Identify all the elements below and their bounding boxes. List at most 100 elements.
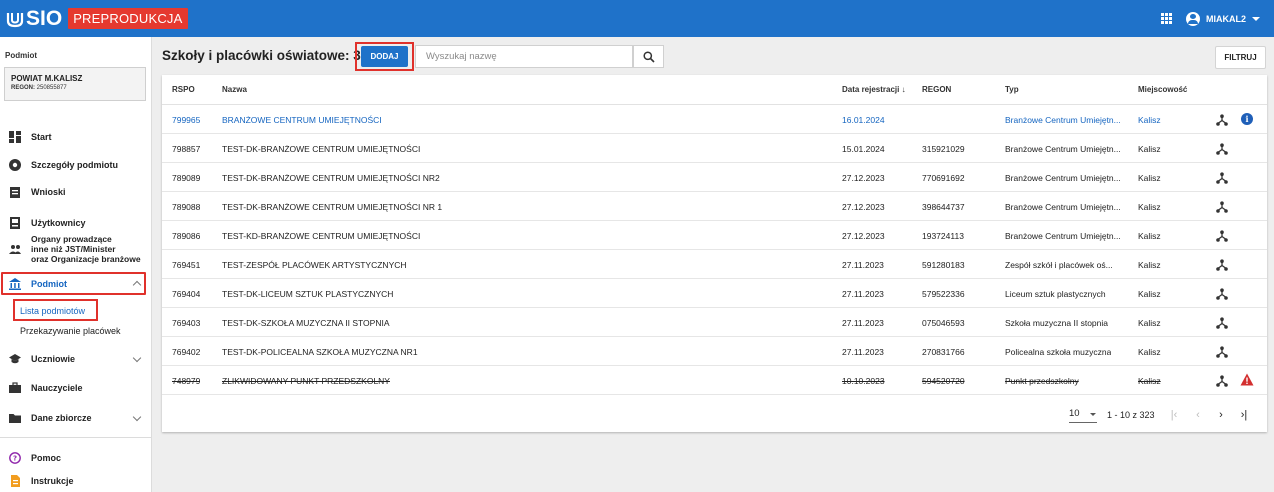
cell-date: 27.11.2023 [842,260,884,270]
cell-city: Kalisz [1138,144,1161,154]
sidebar-subitem-przekazywanie[interactable]: Przekazywanie placówek [20,326,121,336]
previous-page-button[interactable]: ‹ [1191,407,1205,423]
first-page-button[interactable]: |‹ [1167,407,1181,423]
cell-type: Policealna szkoła muzyczna [1005,347,1112,357]
last-page-button[interactable]: ›| [1237,407,1251,423]
sidebar-item-teachers[interactable]: Nauczyciele [0,377,152,399]
highlight-podmiot [1,272,146,295]
cell-city: Kalisz [1138,173,1161,183]
cell-date: 27.11.2023 [842,289,884,299]
cell-name: ZLIKWIDOWANY PUNKT PRZEDSZKOLNY [222,376,390,386]
folder-icon [9,414,21,423]
cell-city: Kalisz [1138,347,1161,357]
cell-city: Kalisz [1138,202,1161,212]
cell-date: 10.10.2023 [842,376,885,386]
next-page-button[interactable]: › [1214,407,1228,423]
info-icon[interactable]: i [1241,113,1253,125]
briefcase-icon [9,382,21,393]
entity-name: POWIAT M.KALISZ [11,74,83,83]
cell-rspo: 789089 [172,173,201,183]
cell-name: TEST-DK-BRANŻOWE CENTRUM UMIEJĘTNOŚCI [222,144,421,154]
cell-name: TEST-DK-POLICEALNA SZKOŁA MUZYCZNA NR1 [222,347,418,357]
hierarchy-icon[interactable] [1216,287,1228,300]
cell-date: 27.11.2023 [842,318,884,328]
cell-date[interactable]: 16.01.2024 [842,115,885,125]
chevron-down-icon [132,412,142,422]
school-icon [9,354,21,364]
cell-type: Branżowe Centrum Umiejętn... [1005,173,1121,183]
hierarchy-icon[interactable] [1216,258,1228,271]
column-header-date[interactable]: Data rejestracji ↓ [842,85,906,94]
sidebar-item-students[interactable]: Uczniowie [0,348,152,370]
sidebar-item-help[interactable]: ? Pomoc [0,447,152,469]
add-button[interactable]: DODAJ [361,46,408,67]
sidebar-item-instructions[interactable]: Instrukcje [0,470,152,492]
sidebar-item-aggregate[interactable]: Dane zbiorcze [0,407,152,429]
cell-regon: 770691692 [922,173,965,183]
badge-icon [10,217,20,229]
search-input[interactable] [415,45,633,68]
hierarchy-icon[interactable] [1216,229,1228,242]
sidebar-item-start[interactable]: Start [0,126,152,148]
sidebar-item-requests[interactable]: Wnioski [0,181,152,203]
cell-name: TEST-DK-BRANŻOWE CENTRUM UMIEJĘTNOŚCI NR… [222,173,440,183]
column-header-name[interactable]: Nazwa [222,85,247,94]
cell-name[interactable]: BRANŻOWE CENTRUM UMIEJĘTNOŚCI [222,115,382,125]
hierarchy-icon[interactable] [1216,113,1228,126]
search-icon [642,50,655,63]
column-header-regon[interactable]: REGON [922,85,951,94]
cell-rspo: 769404 [172,289,201,299]
cell-date: 27.11.2023 [842,347,884,357]
table-row[interactable]: 769404 TEST-DK-LICEUM SZTUK PLASTYCZNYCH 2… [162,279,1267,308]
table-row[interactable]: 789088 TEST-DK-BRANŻOWE CENTRUM UMIEJĘTNO… [162,192,1267,221]
hierarchy-icon[interactable] [1216,171,1228,184]
cell-date: 15.01.2024 [842,144,885,154]
top-app-bar: SIO PREPRODUKCJA MIAKAL2 [0,0,1274,37]
sio-logo[interactable]: SIO PREPRODUKCJA [6,7,188,31]
user-menu-caret-icon[interactable] [1252,16,1260,21]
hierarchy-icon[interactable] [1216,345,1228,358]
hierarchy-icon[interactable] [1216,316,1228,329]
svg-text:?: ? [13,455,17,463]
logo-text: SIO [26,6,63,30]
cell-city[interactable]: Kalisz [1138,115,1161,125]
cell-regon: 591280183 [922,260,965,270]
table-row[interactable]: 799965 BRANŻOWE CENTRUM UMIEJĘTNOŚCI 16.01… [162,105,1267,134]
cell-regon: 398644737 [922,202,965,212]
column-header-type[interactable]: Typ [1005,85,1019,94]
sidebar-divider [0,437,152,438]
user-name[interactable]: MIAKAL2 [1206,14,1246,24]
schools-table: RSPO Nazwa Data rejestracji ↓ REGON Typ … [162,75,1267,432]
info-circle-icon [9,159,21,171]
table-row[interactable]: 769451 TEST-ZESPÓŁ PLACÓWEK ARTYSTYCZNYCH… [162,250,1267,279]
cell-type: Branżowe Centrum Umiejętn... [1005,231,1121,241]
cell-type[interactable]: Branżowe Centrum Umiejętn... [1005,115,1121,125]
cell-rspo: 789088 [172,202,201,212]
chevron-down-icon [132,353,142,363]
people-icon [9,245,21,254]
cell-regon: 075046593 [922,318,965,328]
hierarchy-icon[interactable] [1216,142,1228,155]
table-row[interactable]: 748979 ZLIKWIDOWANY PUNKT PRZEDSZKOLNY 10.… [162,366,1267,395]
cell-type: Punkt przedszkolny [1005,376,1079,386]
dashboard-icon [9,131,21,143]
cell-type: Zespół szkół i placówek oś... [1005,260,1113,270]
table-row[interactable]: 789089 TEST-DK-BRANŻOWE CENTRUM UMIEJĘTNO… [162,163,1267,192]
table-row[interactable]: 798857 TEST-DK-BRANŻOWE CENTRUM UMIEJĘTNO… [162,134,1267,163]
highlight-lista-podmiotow [13,299,98,321]
sidebar-item-organs[interactable]: Organy prowadzące inne niż JST/Minister … [0,230,152,268]
filter-button[interactable]: FILTRUJ [1215,46,1266,69]
sidebar-item-details[interactable]: Szczegóły podmiotu [0,154,152,176]
cell-rspo[interactable]: 799965 [172,115,200,125]
column-header-rspo[interactable]: RSPO [172,85,195,94]
table-row[interactable]: 789086 TEST-KD-BRANŻOWE CENTRUM UMIEJĘTNO… [162,221,1267,250]
table-row[interactable]: 769403 TEST-DK-SZKOŁA MUZYCZNA II STOPNIA… [162,308,1267,337]
hierarchy-icon[interactable] [1216,374,1228,387]
cell-date: 27.12.2023 [842,173,885,183]
table-row[interactable]: 769402 TEST-DK-POLICEALNA SZKOŁA MUZYCZNA… [162,337,1267,366]
column-header-city[interactable]: Miejscowość [1138,85,1187,94]
apps-grid-icon[interactable] [1161,13,1172,24]
search-button[interactable] [633,45,664,68]
account-circle-icon[interactable] [1186,11,1200,26]
hierarchy-icon[interactable] [1216,200,1228,213]
